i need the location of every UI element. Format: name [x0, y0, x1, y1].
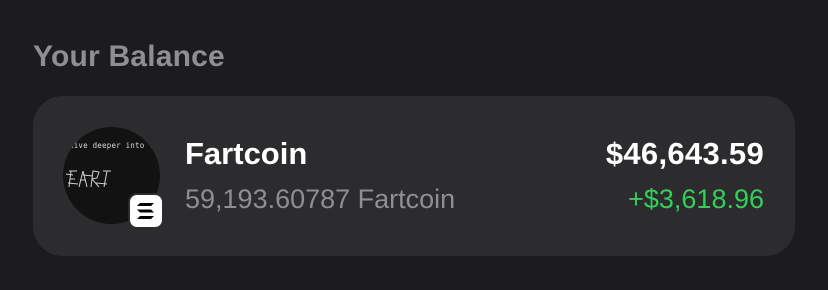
token-balance-row[interactable]: dive deeper into this Fartcoin 59,193.60…	[33, 96, 795, 256]
section-title: Your Balance	[33, 40, 225, 73]
token-name: Fartcoin	[185, 136, 308, 171]
value-change: +$3,618.96	[628, 184, 764, 214]
avatar-caption: dive deeper into this	[69, 141, 160, 150]
usd-value: $46,643.59	[605, 136, 764, 171]
token-amount: 59,193.60787 Fartcoin	[185, 184, 456, 214]
solana-icon	[128, 193, 164, 229]
token-avatar-group: dive deeper into this	[63, 127, 164, 229]
